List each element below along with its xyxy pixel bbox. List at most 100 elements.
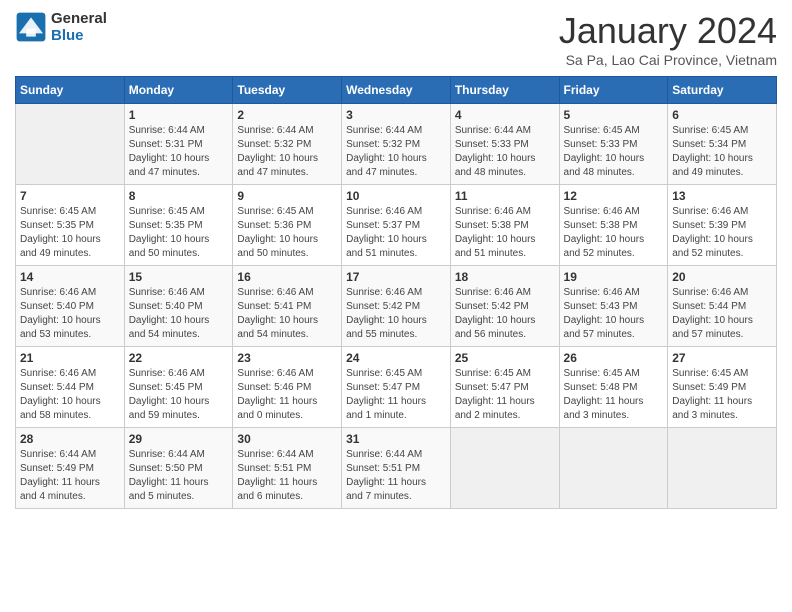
- day-info: Sunrise: 6:46 AM Sunset: 5:42 PM Dayligh…: [455, 286, 555, 342]
- calendar-cell: 30 Sunrise: 6:44 AM Sunset: 5:51 PM Dayli…: [233, 428, 342, 509]
- day-number: 28: [20, 432, 120, 446]
- header-tuesday: Tuesday: [233, 77, 342, 104]
- calendar-cell: 20Sunrise: 6:46 AM Sunset: 5:44 PM Dayli…: [668, 266, 777, 347]
- day-number: 17: [346, 270, 446, 284]
- day-info: Sunrise: 6:45 AM Sunset: 5:47 PM Dayligh…: [455, 367, 555, 423]
- logo-text: General Blue: [51, 10, 107, 44]
- day-info: Sunrise: 6:45 AM Sunset: 5:34 PM Dayligh…: [672, 124, 772, 180]
- day-info: Sunrise: 6:44 AM Sunset: 5:32 PM Dayligh…: [237, 124, 337, 180]
- day-number: 27: [672, 351, 772, 365]
- day-number: 31: [346, 432, 446, 446]
- header-sunday: Sunday: [16, 77, 125, 104]
- day-number: 13: [672, 189, 772, 203]
- calendar-cell: 23 Sunrise: 6:46 AM Sunset: 5:46 PM Dayli…: [233, 347, 342, 428]
- day-info: Sunrise: 6:46 AM Sunset: 5:40 PM Dayligh…: [129, 286, 229, 342]
- day-number: 2: [237, 108, 337, 122]
- day-number: 30: [237, 432, 337, 446]
- week-row-0: 1 Sunrise: 6:44 AM Sunset: 5:31 PM Daylig…: [16, 104, 777, 185]
- day-number: 3: [346, 108, 446, 122]
- day-info: Sunrise: 6:44 AM Sunset: 5:51 PM Dayligh…: [346, 448, 446, 504]
- day-info: Sunrise: 6:46 AM Sunset: 5:43 PM Dayligh…: [564, 286, 664, 342]
- calendar-cell: 25 Sunrise: 6:45 AM Sunset: 5:47 PM Dayli…: [450, 347, 559, 428]
- calendar-body: 1 Sunrise: 6:44 AM Sunset: 5:31 PM Daylig…: [16, 104, 777, 509]
- day-number: 1: [129, 108, 229, 122]
- calendar-cell: 31 Sunrise: 6:44 AM Sunset: 5:51 PM Dayli…: [342, 428, 451, 509]
- title-section: January 2024 Sa Pa, Lao Cai Province, Vi…: [559, 10, 777, 68]
- day-number: 15: [129, 270, 229, 284]
- day-number: 9: [237, 189, 337, 203]
- calendar-header: SundayMondayTuesdayWednesdayThursdayFrid…: [16, 77, 777, 104]
- header-wednesday: Wednesday: [342, 77, 451, 104]
- day-number: 8: [129, 189, 229, 203]
- day-number: 5: [564, 108, 664, 122]
- week-row-4: 28 Sunrise: 6:44 AM Sunset: 5:49 PM Dayli…: [16, 428, 777, 509]
- day-info: Sunrise: 6:46 AM Sunset: 5:40 PM Dayligh…: [20, 286, 120, 342]
- day-number: 16: [237, 270, 337, 284]
- calendar-cell: 13 Sunrise: 6:46 AM Sunset: 5:39 PM Dayli…: [668, 185, 777, 266]
- day-number: 29: [129, 432, 229, 446]
- calendar-cell: 14 Sunrise: 6:46 AM Sunset: 5:40 PM Dayli…: [16, 266, 125, 347]
- calendar-cell: 3 Sunrise: 6:44 AM Sunset: 5:32 PM Daylig…: [342, 104, 451, 185]
- day-number: 7: [20, 189, 120, 203]
- calendar-cell: [559, 428, 668, 509]
- header: General Blue January 2024 Sa Pa, Lao Cai…: [15, 10, 777, 68]
- calendar-cell: [668, 428, 777, 509]
- day-number: 19: [564, 270, 664, 284]
- day-info: Sunrise: 6:45 AM Sunset: 5:35 PM Dayligh…: [20, 205, 120, 261]
- day-info: Sunrise: 6:44 AM Sunset: 5:31 PM Dayligh…: [129, 124, 229, 180]
- day-info: Sunrise: 6:45 AM Sunset: 5:36 PM Dayligh…: [237, 205, 337, 261]
- day-number: 24: [346, 351, 446, 365]
- calendar-cell: 19 Sunrise: 6:46 AM Sunset: 5:43 PM Dayli…: [559, 266, 668, 347]
- calendar-cell: 10 Sunrise: 6:46 AM Sunset: 5:37 PM Dayli…: [342, 185, 451, 266]
- calendar-cell: 5 Sunrise: 6:45 AM Sunset: 5:33 PM Daylig…: [559, 104, 668, 185]
- header-saturday: Saturday: [668, 77, 777, 104]
- day-info: Sunrise: 6:46 AM Sunset: 5:44 PM Dayligh…: [20, 367, 120, 423]
- day-info: Sunrise: 6:46 AM Sunset: 5:39 PM Dayligh…: [672, 205, 772, 261]
- day-info: Sunrise: 6:46 AM Sunset: 5:38 PM Dayligh…: [455, 205, 555, 261]
- header-friday: Friday: [559, 77, 668, 104]
- calendar-cell: 1 Sunrise: 6:44 AM Sunset: 5:31 PM Daylig…: [124, 104, 233, 185]
- day-info: Sunrise: 6:46 AM Sunset: 5:37 PM Dayligh…: [346, 205, 446, 261]
- calendar-cell: 4Sunrise: 6:44 AM Sunset: 5:33 PM Daylig…: [450, 104, 559, 185]
- logo: General Blue: [15, 10, 107, 44]
- calendar-table: SundayMondayTuesdayWednesdayThursdayFrid…: [15, 76, 777, 509]
- day-info: Sunrise: 6:46 AM Sunset: 5:38 PM Dayligh…: [564, 205, 664, 261]
- day-info: Sunrise: 6:44 AM Sunset: 5:33 PM Dayligh…: [455, 124, 555, 180]
- day-number: 10: [346, 189, 446, 203]
- day-number: 21: [20, 351, 120, 365]
- day-number: 25: [455, 351, 555, 365]
- day-info: Sunrise: 6:44 AM Sunset: 5:51 PM Dayligh…: [237, 448, 337, 504]
- day-info: Sunrise: 6:45 AM Sunset: 5:33 PM Dayligh…: [564, 124, 664, 180]
- location-subtitle: Sa Pa, Lao Cai Province, Vietnam: [559, 52, 777, 68]
- day-info: Sunrise: 6:46 AM Sunset: 5:45 PM Dayligh…: [129, 367, 229, 423]
- calendar-cell: [16, 104, 125, 185]
- day-number: 22: [129, 351, 229, 365]
- day-info: Sunrise: 6:44 AM Sunset: 5:32 PM Dayligh…: [346, 124, 446, 180]
- day-info: Sunrise: 6:44 AM Sunset: 5:50 PM Dayligh…: [129, 448, 229, 504]
- day-number: 11: [455, 189, 555, 203]
- header-thursday: Thursday: [450, 77, 559, 104]
- day-info: Sunrise: 6:45 AM Sunset: 5:35 PM Dayligh…: [129, 205, 229, 261]
- calendar-cell: 22 Sunrise: 6:46 AM Sunset: 5:45 PM Dayli…: [124, 347, 233, 428]
- day-number: 26: [564, 351, 664, 365]
- calendar-cell: 26 Sunrise: 6:45 AM Sunset: 5:48 PM Dayli…: [559, 347, 668, 428]
- day-number: 23: [237, 351, 337, 365]
- day-info: Sunrise: 6:45 AM Sunset: 5:49 PM Dayligh…: [672, 367, 772, 423]
- calendar-cell: 21 Sunrise: 6:46 AM Sunset: 5:44 PM Dayli…: [16, 347, 125, 428]
- calendar-cell: 7 Sunrise: 6:45 AM Sunset: 5:35 PM Daylig…: [16, 185, 125, 266]
- day-info: Sunrise: 6:46 AM Sunset: 5:44 PM Dayligh…: [672, 286, 772, 342]
- day-info: Sunrise: 6:46 AM Sunset: 5:41 PM Dayligh…: [237, 286, 337, 342]
- day-info: Sunrise: 6:46 AM Sunset: 5:46 PM Dayligh…: [237, 367, 337, 423]
- day-info: Sunrise: 6:44 AM Sunset: 5:49 PM Dayligh…: [20, 448, 120, 504]
- calendar-cell: [450, 428, 559, 509]
- day-info: Sunrise: 6:46 AM Sunset: 5:42 PM Dayligh…: [346, 286, 446, 342]
- calendar-cell: 29 Sunrise: 6:44 AM Sunset: 5:50 PM Dayli…: [124, 428, 233, 509]
- calendar-cell: 2 Sunrise: 6:44 AM Sunset: 5:32 PM Daylig…: [233, 104, 342, 185]
- day-number: 14: [20, 270, 120, 284]
- calendar-cell: 6Sunrise: 6:45 AM Sunset: 5:34 PM Daylig…: [668, 104, 777, 185]
- day-info: Sunrise: 6:45 AM Sunset: 5:48 PM Dayligh…: [564, 367, 664, 423]
- calendar-cell: 9 Sunrise: 6:45 AM Sunset: 5:36 PM Daylig…: [233, 185, 342, 266]
- month-title: January 2024: [559, 10, 777, 52]
- calendar-cell: 15 Sunrise: 6:46 AM Sunset: 5:40 PM Dayli…: [124, 266, 233, 347]
- calendar-cell: 18Sunrise: 6:46 AM Sunset: 5:42 PM Dayli…: [450, 266, 559, 347]
